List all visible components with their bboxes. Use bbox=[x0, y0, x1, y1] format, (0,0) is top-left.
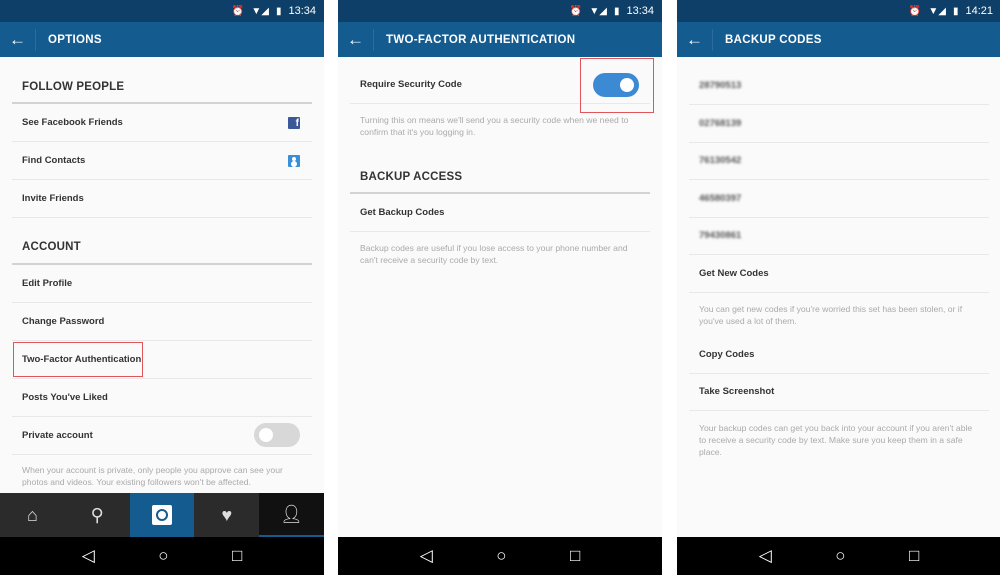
status-bar: ⏰ ▼◢ ▮ 13:34 bbox=[0, 0, 324, 22]
row-label: Invite Friends bbox=[22, 193, 84, 204]
get-new-description: You can get new codes if you're worried … bbox=[699, 304, 963, 326]
back-nav-icon[interactable]: ◁ bbox=[82, 546, 95, 566]
backup-code: 28790513 bbox=[689, 67, 989, 105]
system-nav-bar: ◁ ○ □ bbox=[0, 537, 324, 575]
battery-icon: ▮ bbox=[952, 5, 959, 17]
home-nav-icon[interactable]: ○ bbox=[158, 546, 168, 566]
highlight-box bbox=[580, 58, 654, 113]
battery-icon: ▮ bbox=[275, 5, 282, 17]
status-bar: ⏰ ▼◢ ▮ 14:21 bbox=[677, 0, 1000, 22]
row-label: Find Contacts bbox=[22, 155, 86, 166]
options-screen: ⏰ ▼◢ ▮ 13:34 ← OPTIONS FOLLOW PEOPLE See… bbox=[0, 0, 324, 575]
edit-profile[interactable]: Edit Profile bbox=[12, 265, 312, 303]
get-backup-codes[interactable]: Get Backup Codes bbox=[350, 194, 650, 232]
recents-nav-icon[interactable]: □ bbox=[232, 546, 242, 566]
code-value: 02768139 bbox=[699, 118, 742, 129]
home-icon[interactable]: ⌂ bbox=[0, 493, 65, 537]
code-value: 28790513 bbox=[699, 80, 742, 91]
section-header-backup: BACKUP ACCESS bbox=[360, 171, 463, 183]
require-description: Turning this on means we'll send you a s… bbox=[360, 115, 629, 137]
screenshot-description: Your backup codes can get you back into … bbox=[699, 423, 973, 457]
system-nav-bar: ◁ ○ □ bbox=[677, 537, 1000, 575]
clock: 14:21 bbox=[965, 5, 993, 17]
copy-codes[interactable]: Copy Codes bbox=[689, 336, 989, 374]
recents-nav-icon[interactable]: □ bbox=[570, 546, 580, 566]
status-bar: ⏰ ▼◢ ▮ 13:34 bbox=[338, 0, 662, 22]
bottom-tab-bar: ⌂ ⚲ ♥ 👤︎ bbox=[0, 493, 324, 537]
back-nav-icon[interactable]: ◁ bbox=[759, 546, 772, 566]
contacts-icon bbox=[288, 154, 300, 167]
section-header-account: ACCOUNT bbox=[22, 241, 81, 253]
search-icon[interactable]: ⚲ bbox=[65, 493, 130, 537]
see-facebook-friends[interactable]: See Facebook Friends f bbox=[12, 104, 312, 142]
back-arrow-icon[interactable]: ← bbox=[677, 28, 713, 51]
back-arrow-icon[interactable]: ← bbox=[0, 28, 36, 51]
backup-code: 02768139 bbox=[689, 105, 989, 143]
code-value: 79430861 bbox=[699, 230, 742, 241]
clock: 13:34 bbox=[626, 5, 654, 17]
home-nav-icon[interactable]: ○ bbox=[496, 546, 506, 566]
toolbar: ← BACKUP CODES bbox=[677, 22, 1000, 57]
page-title: OPTIONS bbox=[48, 33, 102, 46]
activity-icon[interactable]: ♥ bbox=[194, 493, 259, 537]
row-label: Require Security Code bbox=[360, 79, 462, 90]
recents-nav-icon[interactable]: □ bbox=[909, 546, 919, 566]
invite-friends[interactable]: Invite Friends bbox=[12, 180, 312, 218]
find-contacts[interactable]: Find Contacts bbox=[12, 142, 312, 180]
back-arrow-icon[interactable]: ← bbox=[338, 28, 374, 51]
camera-icon[interactable] bbox=[129, 493, 195, 537]
backup-code: 76130542 bbox=[689, 142, 989, 180]
two-factor-screen: ⏰ ▼◢ ▮ 13:34 ← TWO-FACTOR AUTHENTICATION… bbox=[338, 0, 662, 575]
alarm-icon: ⏰ bbox=[231, 5, 245, 17]
page-title: TWO-FACTOR AUTHENTICATION bbox=[386, 33, 576, 46]
profile-icon[interactable]: 👤︎ bbox=[259, 493, 324, 537]
alarm-icon: ⏰ bbox=[569, 5, 583, 17]
page-title: BACKUP CODES bbox=[725, 33, 822, 46]
facebook-icon: f bbox=[288, 116, 300, 129]
clock: 13:34 bbox=[288, 5, 316, 17]
alarm-icon: ⏰ bbox=[908, 5, 922, 17]
backup-description: Backup codes are useful if you lose acce… bbox=[360, 243, 628, 265]
section-header-follow: FOLLOW PEOPLE bbox=[22, 81, 125, 93]
back-nav-icon[interactable]: ◁ bbox=[420, 546, 433, 566]
private-account-description: When your account is private, only peopl… bbox=[22, 465, 283, 487]
wifi-icon: ▼◢ bbox=[251, 5, 269, 17]
wifi-icon: ▼◢ bbox=[589, 5, 607, 17]
private-account-toggle[interactable] bbox=[254, 423, 300, 447]
change-password[interactable]: Change Password bbox=[12, 303, 312, 341]
toolbar: ← OPTIONS bbox=[0, 22, 324, 57]
home-nav-icon[interactable]: ○ bbox=[835, 546, 845, 566]
posts-youve-liked[interactable]: Posts You've Liked bbox=[12, 379, 312, 417]
wifi-icon: ▼◢ bbox=[928, 5, 946, 17]
highlight-box bbox=[13, 342, 143, 377]
backup-code: 46580397 bbox=[689, 180, 989, 218]
row-label: Private account bbox=[22, 430, 93, 441]
toolbar: ← TWO-FACTOR AUTHENTICATION bbox=[338, 22, 662, 57]
backup-code: 79430861 bbox=[689, 217, 989, 255]
take-screenshot[interactable]: Take Screenshot bbox=[689, 373, 989, 411]
code-value: 76130542 bbox=[699, 155, 742, 166]
battery-icon: ▮ bbox=[613, 5, 620, 17]
code-value: 46580397 bbox=[699, 193, 742, 204]
row-label: See Facebook Friends bbox=[22, 117, 123, 128]
get-new-codes[interactable]: Get New Codes bbox=[689, 255, 989, 293]
backup-codes-screen: ⏰ ▼◢ ▮ 14:21 ← BACKUP CODES 28790513 027… bbox=[677, 0, 1000, 575]
system-nav-bar: ◁ ○ □ bbox=[338, 537, 662, 575]
